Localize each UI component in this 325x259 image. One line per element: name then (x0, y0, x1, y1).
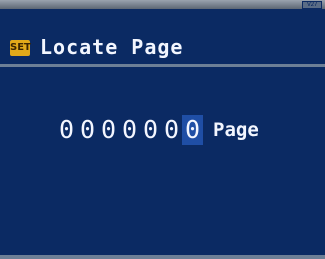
status-bar: V27 (0, 0, 325, 9)
page-title: Locate Page (40, 35, 184, 59)
page-number-input[interactable]: 0 0 0 0 0 0 0 (56, 114, 203, 146)
page-digit-1[interactable]: 0 (56, 115, 77, 145)
page-unit-label: Page (213, 119, 259, 141)
set-icon: SET (10, 40, 31, 56)
battery-icon: V27 (302, 1, 322, 9)
bottom-bar (0, 255, 325, 259)
page-digit-5[interactable]: 0 (140, 115, 161, 145)
page-digit-6[interactable]: 0 (161, 115, 182, 145)
page-digit-7-selected[interactable]: 0 (182, 115, 203, 145)
page-digit-3[interactable]: 0 (98, 115, 119, 145)
page-digit-4[interactable]: 0 (119, 115, 140, 145)
page-digit-2[interactable]: 0 (77, 115, 98, 145)
